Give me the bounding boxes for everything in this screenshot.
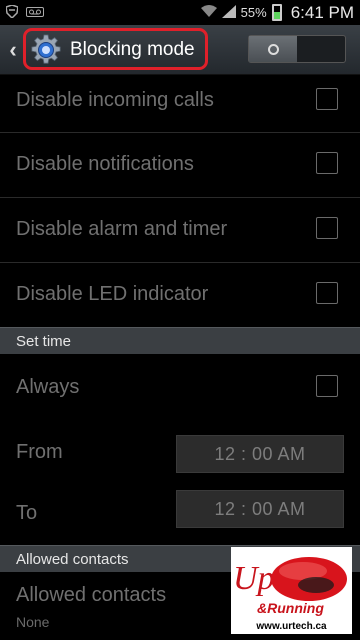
option-label: Disable notifications bbox=[16, 153, 194, 175]
battery-icon bbox=[271, 4, 282, 21]
section-header-set-time: Set time bbox=[0, 327, 360, 354]
action-bar: ‹ Blocking mode bbox=[0, 25, 360, 75]
allowed-contacts-label: Allowed contacts bbox=[16, 584, 167, 606]
svg-text:Up: Up bbox=[233, 560, 275, 597]
clock: 6:41 PM bbox=[290, 2, 354, 22]
wifi-icon bbox=[200, 5, 217, 20]
allowed-contacts-value: None bbox=[16, 614, 50, 630]
watermark-url: www.urtech.ca bbox=[256, 621, 327, 632]
option-label: Disable LED indicator bbox=[16, 283, 209, 305]
back-chevron-icon[interactable]: ‹ bbox=[6, 37, 20, 63]
option-disable-notifications[interactable]: Disable notifications bbox=[0, 133, 360, 198]
option-disable-led-indicator[interactable]: Disable LED indicator bbox=[0, 263, 360, 327]
checkbox-led-indicator[interactable] bbox=[316, 282, 338, 304]
status-bar: 55% 6:41 PM bbox=[0, 0, 360, 25]
svg-text:&Running: &Running bbox=[257, 600, 324, 616]
shield-icon bbox=[5, 3, 19, 21]
option-always[interactable]: Always bbox=[0, 354, 360, 419]
toggle-knob bbox=[249, 36, 297, 62]
from-time-field[interactable]: 12 : 00 AM bbox=[176, 435, 344, 473]
checkbox-notifications[interactable] bbox=[316, 152, 338, 174]
option-label: Disable incoming calls bbox=[16, 89, 214, 111]
mouse-logo-icon: Up &Running bbox=[233, 557, 347, 616]
option-disable-incoming-calls[interactable]: Disable incoming calls bbox=[0, 75, 360, 133]
voicemail-icon bbox=[26, 6, 44, 20]
battery-percent: 55% bbox=[240, 5, 267, 20]
from-label: From bbox=[16, 441, 63, 463]
checkbox-alarm-timer[interactable] bbox=[316, 217, 338, 239]
blocking-mode-toggle[interactable] bbox=[248, 35, 346, 63]
option-label: Always bbox=[16, 376, 80, 398]
checkbox-incoming-calls[interactable] bbox=[316, 88, 338, 110]
checkbox-always[interactable] bbox=[316, 375, 338, 397]
to-label: To bbox=[16, 502, 38, 524]
page-title: Blocking mode bbox=[70, 39, 195, 60]
signal-icon bbox=[221, 4, 236, 21]
option-disable-alarm-timer[interactable]: Disable alarm and timer bbox=[0, 198, 360, 263]
gear-icon[interactable] bbox=[30, 34, 62, 66]
watermark-logo: Up &Running www.urtech.ca bbox=[231, 547, 352, 634]
toggle-off-icon bbox=[267, 43, 279, 55]
to-time-field[interactable]: 12 : 00 AM bbox=[176, 490, 344, 528]
option-label: Disable alarm and timer bbox=[16, 218, 228, 240]
